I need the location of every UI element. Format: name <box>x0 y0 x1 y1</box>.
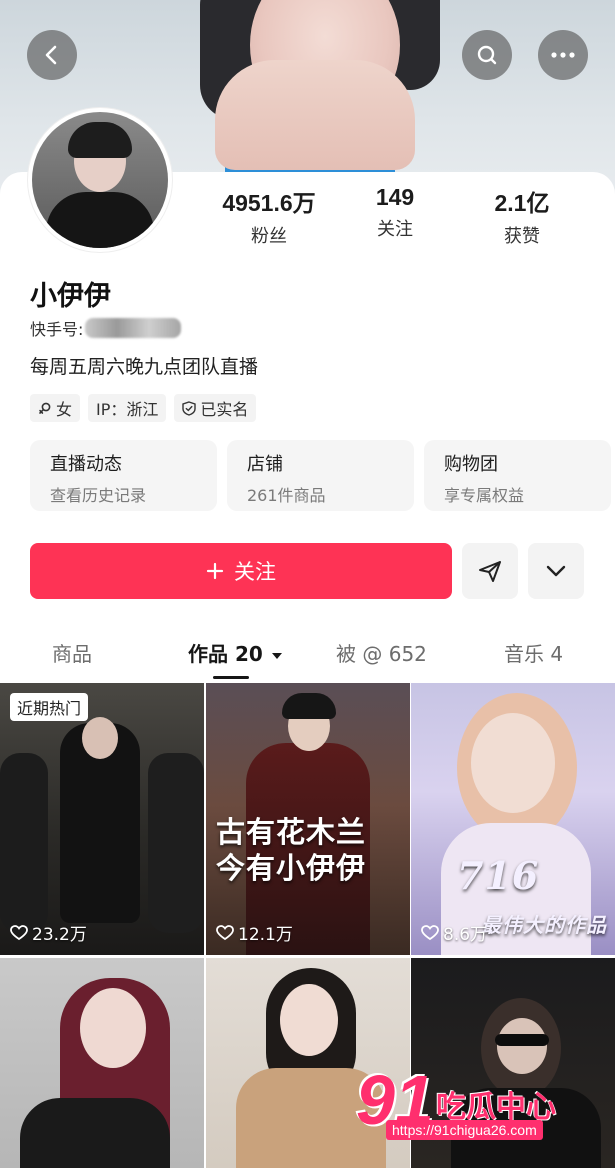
tag-verified: 已实名 <box>174 394 257 422</box>
stat-likes[interactable]: 2.1亿 获赞 <box>478 184 566 248</box>
tab-music[interactable]: 音乐 4 <box>504 638 563 667</box>
profile-name: 小伊伊 <box>30 281 111 312</box>
more-button[interactable] <box>538 30 588 80</box>
tab-indicator <box>213 676 249 679</box>
video-caption: 最伟大的作品 <box>481 913 607 937</box>
back-arrow-icon <box>45 45 57 65</box>
heart-icon <box>421 924 439 940</box>
card-title: 购物团 <box>444 454 498 475</box>
feature-cards: 直播动态 查看历史记录 店铺 261件商品 购物团 享专属权益 <box>30 440 611 511</box>
tab-products[interactable]: 商品 <box>52 638 92 667</box>
search-icon <box>477 45 497 65</box>
more-dots-icon <box>551 52 575 58</box>
share-button[interactable] <box>462 543 518 599</box>
expand-button[interactable] <box>528 543 584 599</box>
watermark-url: https://91chigua26.com <box>386 1120 543 1140</box>
card-shop[interactable]: 店铺 261件商品 <box>227 440 414 511</box>
kuaishou-id-redacted <box>85 318 182 338</box>
female-icon <box>39 402 51 414</box>
profile-tags: 女 IP：浙江 已实名 <box>30 394 257 422</box>
card-title: 店铺 <box>247 454 283 475</box>
stat-value: 2.1亿 <box>494 190 550 216</box>
kuaishou-id-label: 快手号: <box>30 320 84 339</box>
tag-ip: IP：浙江 <box>88 394 167 422</box>
send-icon <box>479 561 501 582</box>
back-button[interactable] <box>27 30 77 80</box>
search-button[interactable] <box>462 30 512 80</box>
like-count: 12.1万 <box>216 920 293 945</box>
card-live-history[interactable]: 直播动态 查看历史记录 <box>30 440 217 511</box>
avatar[interactable] <box>28 108 172 252</box>
stat-following[interactable]: 149 关注 <box>352 184 438 241</box>
like-count: 8.6万 <box>421 920 487 945</box>
heart-icon <box>10 924 28 940</box>
follow-button[interactable]: 关注 <box>30 543 452 599</box>
profile-bio: 每周五周六晚九点团队直播 <box>30 356 259 378</box>
heart-icon <box>216 924 234 940</box>
plus-icon <box>206 562 224 580</box>
content-tabs: 商品 作品 20 被 @ 652 音乐 4 <box>0 630 615 682</box>
video-tile[interactable]: 近期热门 23.2万 <box>0 683 204 955</box>
video-caption: 今有小伊伊 <box>216 851 367 885</box>
verified-shield-icon <box>182 400 197 416</box>
video-tile[interactable]: 古有花木兰 今有小伊伊 12.1万 <box>206 683 410 955</box>
card-subtitle: 261件商品 <box>247 486 326 505</box>
kuaishou-id[interactable]: 快手号: <box>30 316 182 340</box>
like-count: 23.2万 <box>10 920 87 945</box>
tag-gender: 女 <box>30 394 81 422</box>
stat-value: 4951.6万 <box>222 190 316 216</box>
tab-works[interactable]: 作品 20 <box>188 638 284 667</box>
stat-followers[interactable]: 4951.6万 粉丝 <box>210 184 328 248</box>
video-caption: 716 <box>457 853 540 898</box>
watermark: 91 吃瓜中心 https://91chigua26.com <box>356 1060 566 1150</box>
chevron-down-icon <box>546 565 566 577</box>
card-shopping-group[interactable]: 购物团 享专属权益 <box>424 440 611 511</box>
card-subtitle: 享专属权益 <box>444 486 525 505</box>
video-tile[interactable] <box>0 958 204 1168</box>
banner-photo-hands <box>215 60 415 170</box>
stat-label: 获赞 <box>504 226 540 247</box>
tab-mentions[interactable]: 被 @ 652 <box>336 638 427 667</box>
caret-down-icon <box>271 653 282 659</box>
video-tile[interactable]: 716 最伟大的作品 8.6万 <box>411 683 615 955</box>
stat-label: 关注 <box>377 219 413 240</box>
follow-label: 关注 <box>234 560 276 584</box>
stat-label: 粉丝 <box>251 226 287 247</box>
card-subtitle: 查看历史记录 <box>50 486 147 505</box>
card-title: 直播动态 <box>50 454 122 475</box>
stat-value: 149 <box>375 184 415 210</box>
hot-badge: 近期热门 <box>10 693 89 721</box>
